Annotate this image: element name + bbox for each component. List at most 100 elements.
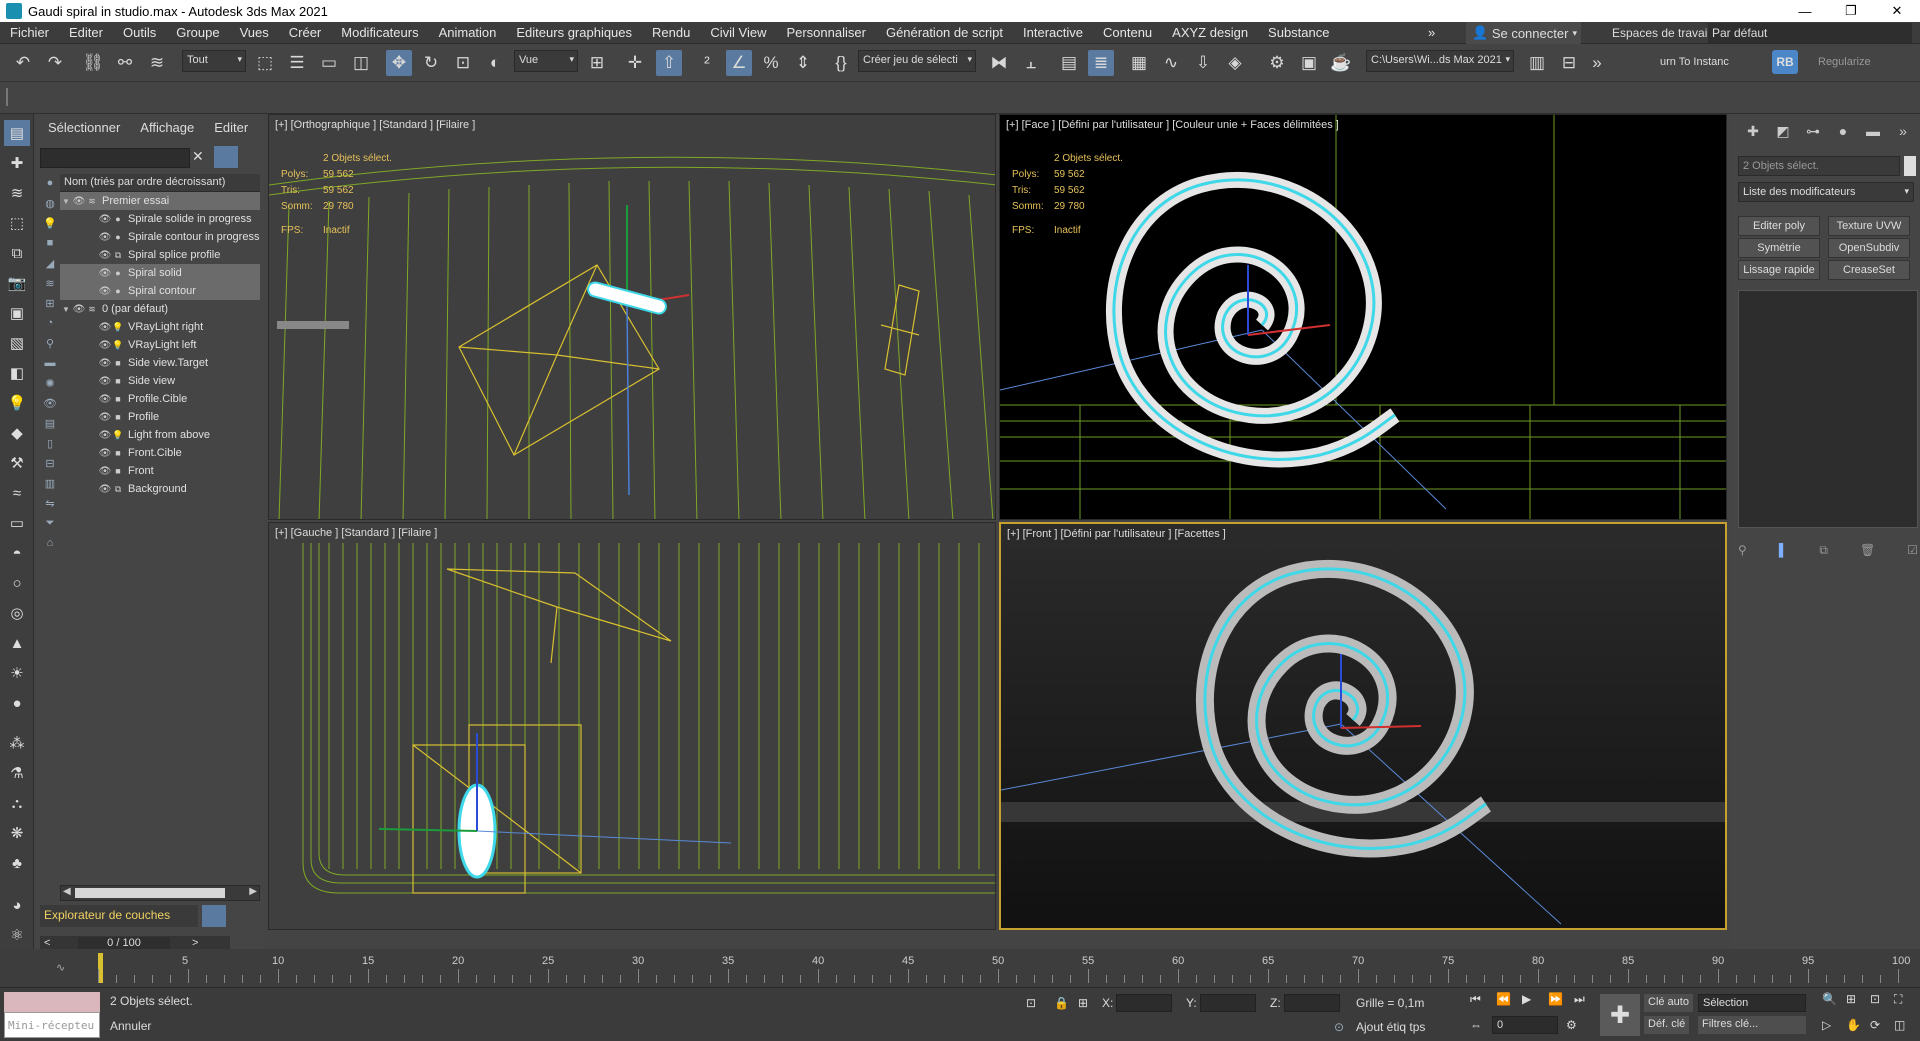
zoom-extents-all-icon[interactable]: ⛶ — [1894, 992, 1902, 1007]
rendered-frame-icon[interactable]: ▣ — [1296, 50, 1322, 76]
auto-key-button[interactable]: Clé auto — [1644, 994, 1693, 1012]
filter-toggle-icon[interactable] — [214, 146, 238, 168]
move-icon[interactable]: ✥ — [386, 50, 412, 76]
uvw-map-button[interactable]: Texture UVW — [1828, 216, 1910, 236]
systems-icon[interactable]: ▭ — [4, 510, 30, 536]
reference-coord-dropdown[interactable]: Vue — [514, 50, 578, 72]
modifier-stack[interactable] — [1738, 290, 1918, 528]
viewport-face[interactable]: [+] [Face ] [Défini par l'utilisateur ] … — [999, 114, 1727, 520]
maximize-viewport-icon[interactable]: ◫ — [1894, 1018, 1905, 1032]
minimize-button[interactable]: — — [1782, 0, 1828, 22]
tree-row[interactable]: 👁 ● Spirale contour in progress — [60, 228, 260, 246]
viewport-label[interactable]: [+] [Front ] [Défini par l'utilisateur ]… — [1007, 528, 1226, 540]
menu-modificateurs[interactable]: Modificateurs — [331, 25, 428, 40]
time-config-icon[interactable]: ⚙ — [1566, 1018, 1577, 1032]
light-icon[interactable]: 💡 — [4, 390, 30, 416]
angle-snap-icon[interactable]: ∠ — [726, 50, 752, 76]
filter-xrefs-icon[interactable]: ◔ — [40, 314, 60, 332]
unlink-icon[interactable]: ⚯ — [112, 50, 138, 76]
menu-creer[interactable]: Créer — [279, 25, 332, 40]
menu-rendu[interactable]: Rendu — [642, 25, 700, 40]
zoom-extents-icon[interactable]: ⊡ — [1870, 992, 1880, 1006]
regularize-button[interactable]: Regularize — [1818, 56, 1871, 68]
hair-icon[interactable]: ❋ — [4, 820, 30, 846]
curve-editor-mini-icon[interactable]: ∿ — [56, 961, 65, 974]
visibility-icon[interactable]: 👁 — [98, 286, 112, 297]
filter-shapes-icon[interactable]: ◍ — [40, 194, 60, 212]
link-icon[interactable]: ⛓ — [80, 50, 106, 76]
filter-layer-icon[interactable]: ▥ — [40, 474, 60, 492]
filter-containers-icon[interactable]: ▬ — [40, 354, 60, 372]
zoom-all-icon[interactable]: ⊞ — [1846, 992, 1856, 1006]
geosphere-icon[interactable]: ○ — [4, 570, 30, 596]
filter-all-icon[interactable]: ▤ — [40, 414, 60, 432]
visibility-icon[interactable]: 👁 — [98, 232, 112, 243]
hierarchy-tab-icon[interactable]: ⊶ — [1798, 123, 1828, 140]
visibility-icon[interactable]: 👁 — [98, 214, 112, 225]
hierarchy-icon[interactable]: ⧉ — [4, 240, 30, 266]
visibility-icon[interactable]: 👁 — [98, 358, 112, 369]
project-path-dropdown[interactable]: C:\Users\Wi...ds Max 2021 — [1366, 50, 1514, 72]
menu-outils[interactable]: Outils — [113, 25, 166, 40]
utilities-tab-icon[interactable]: » — [1888, 123, 1918, 139]
tree-row[interactable]: 👁 💡 Light from above — [60, 426, 260, 444]
filter-geometry-icon[interactable]: ● — [40, 174, 60, 192]
add-time-tag[interactable]: Ajout étiq tps — [1356, 1020, 1425, 1034]
viewport-label[interactable]: [+] [Face ] [Défini par l'utilisateur ] … — [1006, 119, 1339, 131]
set-key-big-button[interactable]: ✚ — [1600, 994, 1640, 1036]
tree-row[interactable]: 👁 ● Spiral contour — [60, 282, 260, 300]
key-filter-dropdown[interactable]: Sélection — [1698, 994, 1806, 1012]
toggle-scene-explorer-icon[interactable]: ▤ — [1056, 50, 1082, 76]
expand-toggle-icon[interactable]: ▼ — [60, 197, 72, 206]
menu-civil-view[interactable]: Civil View — [700, 25, 776, 40]
toolbar-grip[interactable] — [6, 88, 8, 106]
display-tab-icon[interactable]: ▬ — [1858, 123, 1888, 139]
explorer-menu-select[interactable]: Sélectionner — [48, 120, 120, 135]
tree-row[interactable]: 👁 ● Spirale solide in progress — [60, 210, 260, 228]
menu-contenu[interactable]: Contenu — [1093, 25, 1162, 40]
mirror-icon[interactable]: ⧓ — [986, 50, 1012, 76]
window-crossing-icon[interactable]: ◫ — [348, 50, 374, 76]
viewport-left[interactable]: [+] [Gauche ] [Standard ] [Filaire ] — [268, 522, 996, 930]
viewport-label[interactable]: [+] [Orthographique ] [Standard ] [Filai… — [275, 119, 475, 131]
explorer-menu-edit[interactable]: Editer — [214, 120, 248, 135]
visibility-icon[interactable]: 👁 — [98, 412, 112, 423]
filter-hidden-icon[interactable]: 👁 — [40, 394, 60, 412]
tree-row[interactable]: 👁 💡 VRayLight right — [60, 318, 260, 336]
select-icon[interactable]: ⬚ — [4, 210, 30, 236]
spacewarps-icon[interactable]: ≈ — [4, 480, 30, 506]
edit-named-sets-icon[interactable]: {} — [828, 50, 854, 76]
visibility-icon[interactable]: 👁 — [98, 448, 112, 459]
pan-icon[interactable]: ✋ — [1846, 1018, 1861, 1032]
visibility-icon[interactable]: 👁 — [72, 196, 86, 207]
creaseset-button[interactable]: CreaseSet — [1828, 260, 1910, 280]
filter-frozen-icon[interactable]: ✺ — [40, 374, 60, 392]
explorer-type-dropdown[interactable]: Explorateur de couches — [40, 905, 198, 927]
menu-axyz[interactable]: AXYZ design — [1162, 25, 1258, 40]
display-icon[interactable]: ▣ — [4, 300, 30, 326]
timeline-ruler[interactable]: 5 10 15 20 25 30 35 40 45 50 55 60 65 70 75 80 85 90 95 100 — [98, 955, 1910, 983]
sun-icon[interactable]: ☀ — [4, 660, 30, 686]
visibility-icon[interactable]: 👁 — [98, 268, 112, 279]
filter-cameras-icon[interactable]: ■ — [40, 234, 60, 252]
placement-icon[interactable]: ◐ — [482, 50, 508, 76]
menu-script[interactable]: Génération de script — [876, 25, 1013, 40]
viewport-label[interactable]: [+] [Gauche ] [Standard ] [Filaire ] — [275, 527, 437, 539]
key-filters-button[interactable]: Filtres clé... — [1698, 1016, 1806, 1034]
layers-icon[interactable]: ≋ — [4, 180, 30, 206]
timeline[interactable]: ∿ 5 10 15 20 25 30 35 40 45 50 55 60 65 70 75 80 85 90 95 1… — [0, 949, 1920, 987]
zoom-icon[interactable]: 🔍 — [1822, 992, 1837, 1006]
next-frame-icon[interactable]: > — [192, 937, 198, 949]
sphere-icon[interactable]: ◓ — [4, 540, 30, 566]
motion-tab-icon[interactable]: ● — [1828, 123, 1858, 139]
clear-search-icon[interactable]: ✕ — [192, 148, 204, 165]
project-folder-icon[interactable]: ▥ — [1524, 50, 1550, 76]
filter-lights-icon[interactable]: 💡 — [40, 214, 60, 232]
toolbox-icon[interactable]: ◧ — [4, 360, 30, 386]
y-coord-input[interactable] — [1200, 994, 1256, 1012]
visibility-icon[interactable]: 👁 — [98, 322, 112, 333]
make-unique-icon[interactable]: ⧉ — [1819, 543, 1828, 558]
filter-invert-icon[interactable]: ⊟ — [40, 454, 60, 472]
visibility-icon[interactable]: 👁 — [72, 304, 86, 315]
menu-groupe[interactable]: Groupe — [166, 25, 229, 40]
